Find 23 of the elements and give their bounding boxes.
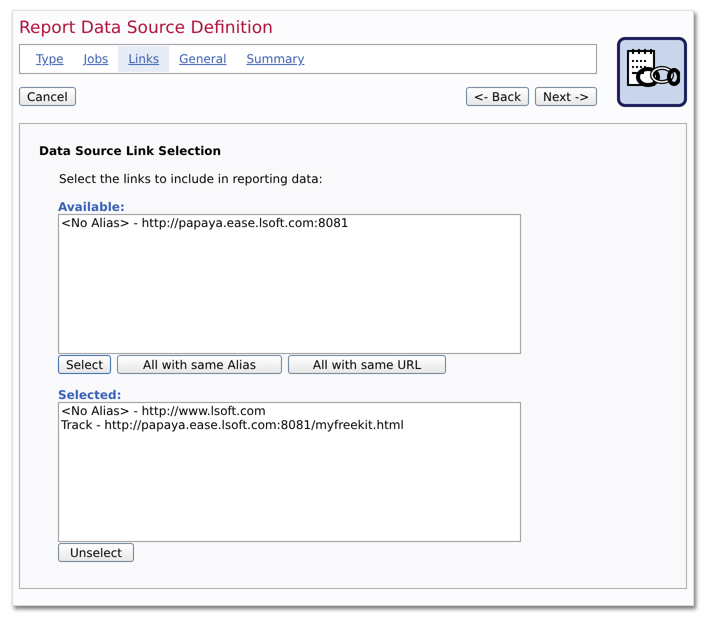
unselect-button[interactable]: Unselect <box>58 543 134 562</box>
same-alias-button[interactable]: All with same Alias <box>117 355 282 374</box>
instruction-text: Select the links to include in reporting data: <box>59 172 324 186</box>
tab[interactable]: Type <box>26 46 74 72</box>
list-label: Available: <box>58 200 126 214</box>
list-item[interactable]: Track - http://papaya.ease.lsoft.com:8081/myfreekit.html <box>61 418 518 432</box>
cancel-button[interactable]: Cancel <box>19 87 76 106</box>
tab[interactable]: Links <box>118 46 170 72</box>
same-url-button[interactable]: All with same URL <box>288 355 446 374</box>
back-button[interactable]: <- Back <box>466 87 530 106</box>
select-button[interactable]: Select <box>58 355 112 374</box>
tab[interactable]: Jobs <box>74 46 118 72</box>
tab[interactable]: General <box>169 46 236 72</box>
window-title: Report Data Source Definition <box>19 17 274 40</box>
notepad-chain-icon <box>617 37 687 107</box>
next-button[interactable]: Next -> <box>535 87 598 106</box>
list-box[interactable]: <No Alias> - http://www.lsoft.com Track - http://papaya.ease.lsoft.com:8081/myfreekit.html <box>58 402 521 542</box>
section-heading: Data Source Link Selection <box>39 144 222 158</box>
list-item[interactable]: <No Alias> - http://papaya.ease.lsoft.com:8081 <box>61 216 518 230</box>
list-item[interactable]: <No Alias> - http://www.lsoft.com <box>61 404 518 418</box>
list-label: Selected: <box>58 388 122 402</box>
tab[interactable]: Summary <box>236 46 314 72</box>
list-box[interactable]: <No Alias> - http://papaya.ease.lsoft.com:8081 <box>58 214 521 354</box>
